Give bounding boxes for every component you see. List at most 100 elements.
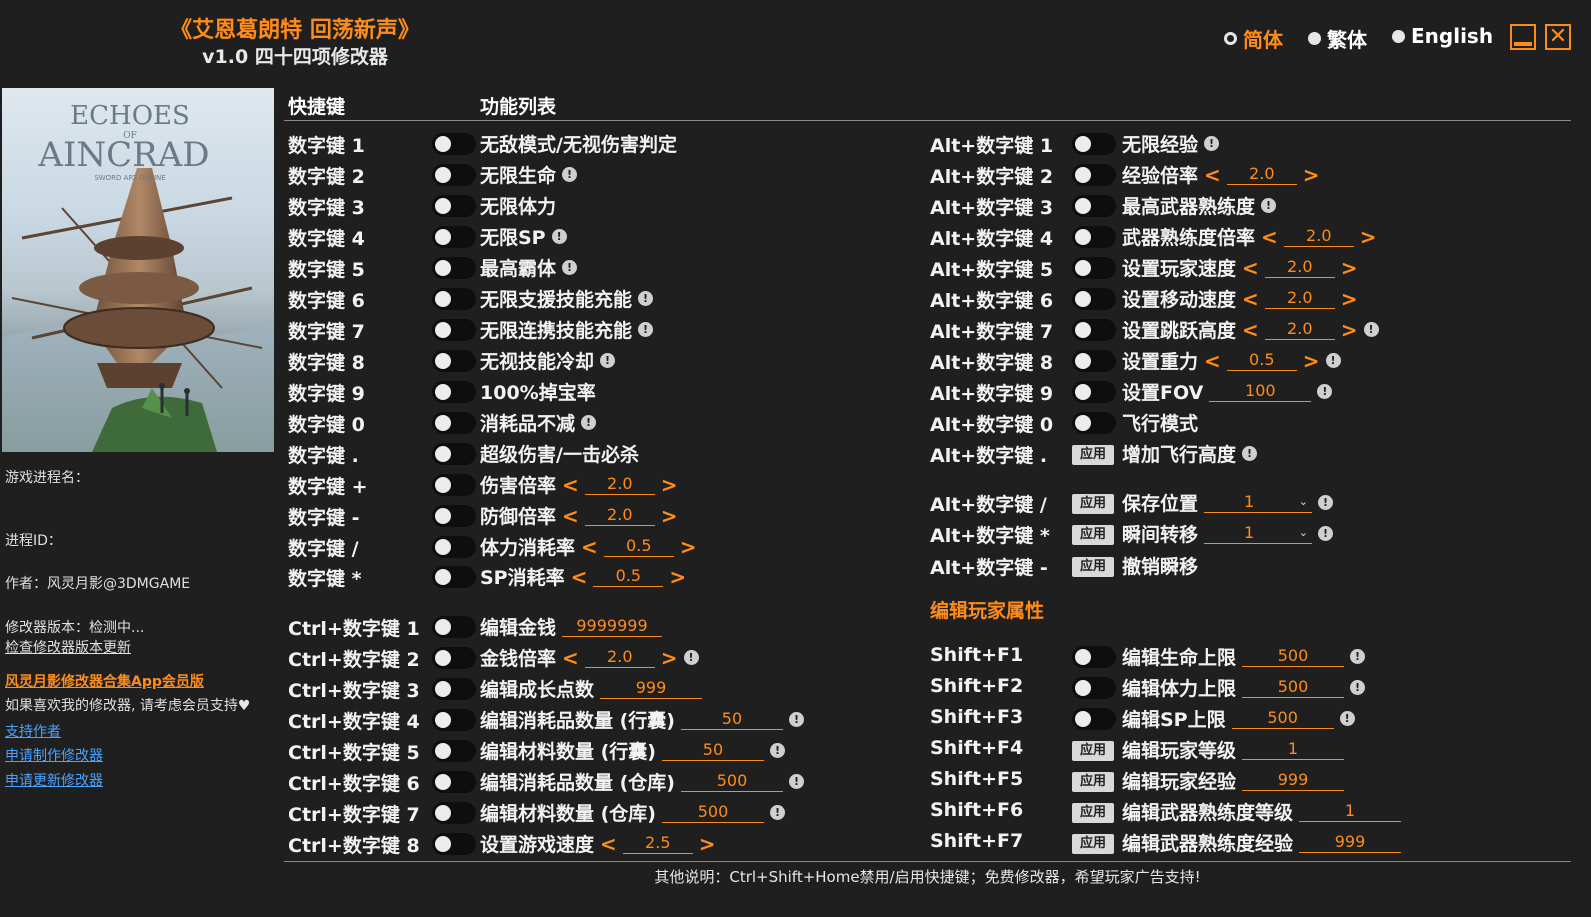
- feature-item: 设置重力 <0.5 >!: [1122, 347, 1341, 374]
- value-input[interactable]: 2.0: [1283, 226, 1354, 247]
- increase-arrow-icon[interactable]: >: [1303, 163, 1320, 187]
- value-input[interactable]: 2.0: [1226, 164, 1297, 185]
- lang-option-simplified[interactable]: 简体: [1224, 24, 1283, 53]
- toggle-switch[interactable]: [1072, 164, 1116, 190]
- apply-button[interactable]: 应用: [1072, 770, 1114, 792]
- toggle-switch[interactable]: [1072, 412, 1116, 438]
- apply-button[interactable]: 应用: [1072, 443, 1114, 465]
- cheat-row: Alt+数字键 0 飞行模式: [0, 407, 1591, 437]
- value-input[interactable]: 999: [1299, 832, 1402, 853]
- toggle-knob-icon[interactable]: [1072, 226, 1116, 248]
- feature-label: 设置FOV: [1122, 382, 1204, 404]
- toggle-knob-icon[interactable]: [1072, 319, 1116, 341]
- toggle-knob-icon[interactable]: [1072, 381, 1116, 403]
- info-icon: !: [1339, 711, 1355, 726]
- slot-dropdown[interactable]: 1 ⌄: [1204, 492, 1313, 513]
- feature-item: 编辑玩家经验 999: [1122, 767, 1345, 794]
- cheat-row: Alt+数字键 1 无限经验!: [0, 128, 1591, 158]
- decrease-arrow-icon[interactable]: <: [1242, 287, 1259, 311]
- apply-button-label[interactable]: 应用: [1072, 525, 1114, 545]
- lang-option-traditional[interactable]: 繁体: [1308, 24, 1367, 53]
- feature-label: 编辑体力上限: [1122, 678, 1237, 700]
- hotkey-label: Alt+数字键 .: [930, 445, 1048, 467]
- feature-label: 撤销瞬移: [1122, 556, 1199, 578]
- feature-item: 增加飞行高度!: [1122, 440, 1258, 467]
- apply-button[interactable]: 应用: [1072, 555, 1114, 577]
- toggle-knob-icon[interactable]: [1072, 646, 1116, 668]
- toggle-knob-icon[interactable]: [1072, 350, 1116, 372]
- decrease-arrow-icon[interactable]: <: [1204, 163, 1221, 187]
- toggle-knob-icon[interactable]: [1072, 164, 1116, 186]
- value-input[interactable]: 1: [1242, 739, 1345, 760]
- value-input[interactable]: 2.0: [1264, 319, 1335, 340]
- toggle-knob-icon[interactable]: [432, 616, 476, 638]
- toggle-knob-icon[interactable]: [1072, 257, 1116, 279]
- toggle-knob-icon[interactable]: [1072, 708, 1116, 730]
- toggle-switch[interactable]: [1072, 226, 1116, 252]
- value-input[interactable]: 1: [1299, 801, 1402, 822]
- apply-button-label[interactable]: 应用: [1072, 834, 1114, 854]
- apply-button[interactable]: 应用: [1072, 832, 1114, 854]
- decrease-arrow-icon[interactable]: <: [1261, 225, 1278, 249]
- feature-item: 武器熟练度倍率 <2.0 >: [1122, 223, 1377, 250]
- minimize-icon[interactable]: [1510, 24, 1536, 50]
- increase-arrow-icon[interactable]: >: [1341, 256, 1358, 280]
- toggle-switch[interactable]: [1072, 288, 1116, 314]
- dropdown-value: 1: [1244, 492, 1255, 511]
- apply-button[interactable]: 应用: [1072, 801, 1114, 823]
- cheat-row: Shift+F1 编辑生命上限 500!: [0, 641, 1591, 671]
- toggle-switch[interactable]: [1072, 381, 1116, 407]
- decrease-arrow-icon[interactable]: <: [1242, 256, 1259, 280]
- value-input[interactable]: 0.5: [1226, 350, 1297, 371]
- toggle-switch[interactable]: [1072, 350, 1116, 376]
- toggle-knob-icon[interactable]: [1072, 288, 1116, 310]
- feature-item: 设置跳跃高度 <2.0 >!: [1122, 316, 1379, 343]
- toggle-knob-icon[interactable]: [1072, 133, 1116, 155]
- decrease-arrow-icon[interactable]: <: [1242, 318, 1259, 342]
- value-input[interactable]: 9999999: [562, 616, 663, 637]
- apply-button-label[interactable]: 应用: [1072, 772, 1114, 792]
- info-icon: !: [1317, 384, 1333, 399]
- increase-arrow-icon[interactable]: >: [1303, 349, 1320, 373]
- toggle-knob-icon[interactable]: [1072, 195, 1116, 217]
- apply-button-label[interactable]: 应用: [1072, 445, 1114, 465]
- apply-button-label[interactable]: 应用: [1072, 557, 1114, 577]
- value-input[interactable]: 2.0: [1264, 257, 1335, 278]
- hotkey-label: Ctrl+数字键 1: [288, 618, 420, 640]
- radio-icon[interactable]: [1308, 32, 1321, 45]
- decrease-arrow-icon[interactable]: <: [1204, 349, 1221, 373]
- toggle-switch[interactable]: [1072, 708, 1116, 734]
- apply-button-label[interactable]: 应用: [1072, 494, 1114, 514]
- toggle-switch[interactable]: [1072, 133, 1116, 159]
- value-input[interactable]: 999: [1242, 770, 1345, 791]
- increase-arrow-icon[interactable]: >: [1360, 225, 1377, 249]
- slot-dropdown[interactable]: 1 ⌄: [1204, 523, 1313, 544]
- increase-arrow-icon[interactable]: >: [1341, 287, 1358, 311]
- toggle-switch[interactable]: [1072, 257, 1116, 283]
- radio-icon[interactable]: [1392, 29, 1405, 43]
- toggle-knob-icon[interactable]: [1072, 412, 1116, 434]
- apply-button[interactable]: 应用: [1072, 492, 1114, 514]
- value-input[interactable]: 100: [1209, 381, 1312, 402]
- apply-button-label[interactable]: 应用: [1072, 741, 1114, 761]
- hotkey-label: Alt+数字键 *: [930, 525, 1050, 547]
- value-input[interactable]: 2.0: [1264, 288, 1335, 309]
- close-icon[interactable]: ✕: [1545, 24, 1571, 50]
- value-input[interactable]: 500: [1242, 677, 1345, 698]
- apply-button[interactable]: 应用: [1072, 739, 1114, 761]
- value-input[interactable]: 500: [1231, 708, 1334, 729]
- toggle-switch[interactable]: [1072, 677, 1116, 703]
- toggle-switch[interactable]: [1072, 319, 1116, 345]
- lang-option-english[interactable]: English: [1392, 24, 1493, 48]
- toggle-switch[interactable]: [432, 616, 476, 642]
- increase-arrow-icon[interactable]: >: [1341, 318, 1358, 342]
- radio-selected-icon[interactable]: [1224, 32, 1237, 45]
- toggle-knob-icon[interactable]: [1072, 677, 1116, 699]
- apply-button[interactable]: 应用: [1072, 523, 1114, 545]
- value-input[interactable]: 500: [1242, 646, 1345, 667]
- toggle-switch[interactable]: [1072, 195, 1116, 221]
- toggle-switch[interactable]: [1072, 646, 1116, 672]
- hotkey-label: Shift+F4: [930, 737, 1024, 759]
- hotkey-label: Alt+数字键 2: [930, 166, 1054, 188]
- apply-button-label[interactable]: 应用: [1072, 803, 1114, 823]
